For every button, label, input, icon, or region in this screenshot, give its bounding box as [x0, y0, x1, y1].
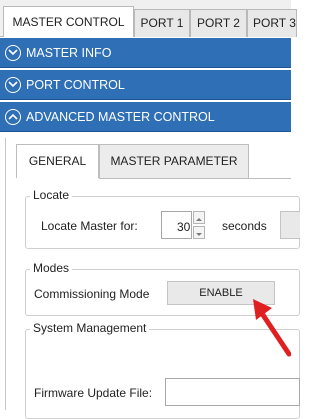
annotation-arrow-icon	[253, 299, 291, 357]
tab-port-3[interactable]: PORT 3	[247, 9, 297, 37]
subtab-divider	[99, 178, 291, 179]
locate-seconds-input[interactable]: 30	[161, 211, 192, 239]
section-advanced-master-control[interactable]: ADVANCED MASTER CONTROL	[0, 102, 291, 132]
main-tab-strip: MASTER CONTROL PORT 1 PORT 2 PORT 3	[0, 0, 297, 37]
locate-group-title: Locate	[30, 188, 73, 202]
commissioning-mode-label: Commissioning Mode	[34, 287, 150, 301]
section-master-info[interactable]: MASTER INFO	[0, 38, 291, 68]
section-label: MASTER INFO	[26, 46, 112, 60]
locate-button[interactable]	[280, 211, 300, 239]
section-port-control[interactable]: PORT CONTROL	[0, 70, 291, 100]
chevron-down-circle-icon	[5, 45, 21, 61]
system-management-title: System Management	[30, 321, 150, 335]
spin-down-icon	[196, 233, 202, 236]
locate-seconds-value: 30	[177, 220, 191, 234]
modes-group-title: Modes	[30, 261, 73, 275]
locate-unit-label: seconds	[222, 219, 267, 233]
locate-label: Locate Master for:	[41, 219, 138, 233]
firmware-update-file-input[interactable]	[165, 378, 300, 406]
chevron-up-circle-icon	[5, 109, 21, 125]
spin-up-icon	[196, 218, 202, 221]
spin-up-button[interactable]	[193, 211, 205, 224]
firmware-update-label: Firmware Update File:	[34, 386, 153, 400]
subtab-master-parameter[interactable]: MASTER PARAMETER	[99, 144, 249, 178]
section-label: ADVANCED MASTER CONTROL	[26, 110, 215, 124]
subtab-general[interactable]: GENERAL	[16, 144, 99, 178]
spin-down-button[interactable]	[193, 226, 205, 239]
chevron-down-circle-icon	[5, 77, 21, 93]
tab-port-1[interactable]: PORT 1	[134, 9, 190, 37]
tab-port-2[interactable]: PORT 2	[190, 9, 247, 37]
tab-master-control[interactable]: MASTER CONTROL	[3, 6, 134, 37]
section-label: PORT CONTROL	[26, 78, 125, 92]
